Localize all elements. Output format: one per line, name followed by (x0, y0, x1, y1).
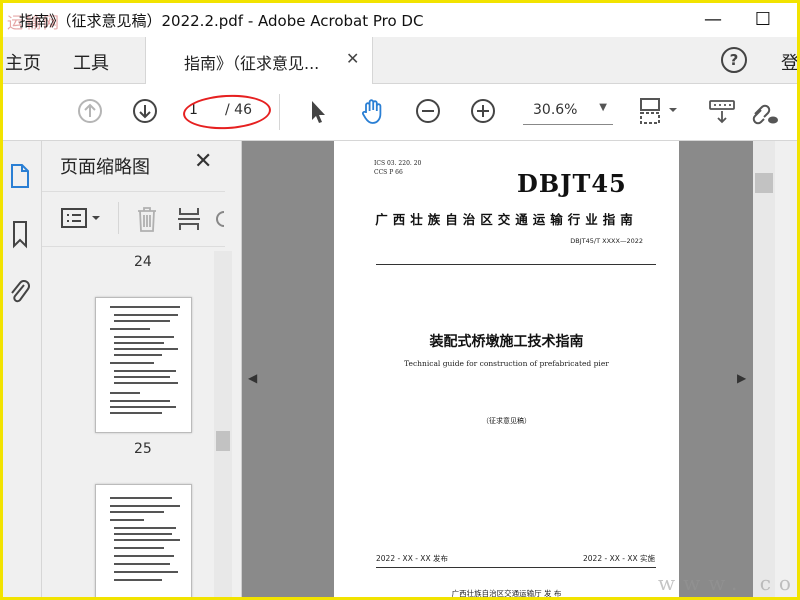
thumbnail-tools (42, 191, 225, 247)
thumbnail-label-25: 25 (134, 441, 152, 457)
keyboard-download-icon[interactable] (707, 96, 737, 126)
red-annotation-ellipse (182, 92, 272, 132)
thumbnails-panel: 页面缩略图 ✕ 24 25 (42, 141, 242, 597)
minimize-button[interactable]: — (693, 7, 733, 33)
standard-code: DBJT45 (517, 169, 627, 198)
attachment-icon[interactable] (7, 277, 33, 307)
close-tab-icon[interactable]: ✕ (346, 49, 359, 68)
document-view[interactable]: ◀ ▶ ICS 03. 220. 20 CCS P 66 DBJT45 广西壮族… (242, 141, 753, 598)
trash-icon[interactable] (134, 204, 160, 234)
extract-pages-icon[interactable] (176, 204, 202, 234)
maximize-button[interactable]: ☐ (743, 7, 783, 33)
watermark-bottom: www. com (658, 571, 799, 595)
previous-page-icon[interactable] (75, 96, 105, 126)
toolbar-divider (279, 94, 280, 130)
document-title-english: Technical guide for construction of pref… (404, 359, 609, 368)
scroll-thumb[interactable] (755, 173, 773, 193)
page-display-icon[interactable] (637, 96, 681, 126)
document-tab-label: 指南》（征求意见... (184, 54, 320, 73)
ics-code: ICS 03. 220. 20 (374, 160, 422, 167)
thumbnail-scroll-thumb[interactable] (216, 431, 230, 451)
login-button[interactable]: 登 (781, 49, 797, 75)
document-title: 装配式桥墩施工技术指南 (429, 334, 584, 350)
tab-tools[interactable]: 工具 (73, 49, 109, 75)
ccs-code: CCS P 66 (374, 169, 403, 176)
zoom-select[interactable]: 30.6% ▼ (523, 102, 613, 125)
thumbnail-scrollbar[interactable] (214, 251, 232, 597)
tab-home[interactable]: 主页 (5, 49, 41, 75)
next-page-icon[interactable] (130, 96, 160, 126)
page-thumbnails-icon[interactable] (7, 161, 33, 191)
thumbnail-page-24[interactable] (95, 297, 192, 433)
share-link-icon[interactable] (749, 96, 779, 126)
collapse-right-icon[interactable]: ▶ (737, 371, 746, 385)
left-rail (3, 141, 42, 597)
window-title: 指南》（征求意见稿）2022.2.pdf - Adobe Acrobat Pro… (19, 12, 424, 30)
panel-title: 页面缩略图 (60, 157, 150, 178)
zoom-out-icon[interactable] (413, 96, 443, 126)
options-menu-icon[interactable] (60, 206, 104, 232)
panel-divider (118, 202, 119, 234)
help-icon[interactable]: ? (721, 47, 747, 73)
pdf-page: ICS 03. 220. 20 CCS P 66 DBJT45 广西壮族自治区交… (334, 141, 679, 598)
select-cursor-icon[interactable] (303, 96, 333, 126)
scroll-track[interactable] (753, 141, 775, 597)
document-scrollbar[interactable] (753, 141, 797, 597)
menu-bar: 主页 工具 ? 登 (3, 37, 797, 84)
chevron-down-icon: ▼ (599, 102, 607, 113)
draft-note: （征求意见稿） (482, 417, 531, 425)
thumbnail-page-25[interactable] (95, 484, 192, 597)
zoom-value: 30.6% (533, 102, 578, 118)
hand-tool-icon[interactable] (357, 96, 387, 126)
rotate-icon[interactable] (214, 204, 226, 234)
publisher: 广西壮族自治区交通运输厅 发 布 (451, 589, 562, 598)
implement-date: 2022 - XX - XX 实施 (583, 554, 655, 563)
footer-rule (376, 567, 656, 568)
tab-document[interactable]: 指南》（征求意见... ✕ (145, 37, 373, 84)
classification-codes: ICS 03. 220. 20 CCS P 66 (374, 159, 421, 177)
standard-number: DBJT45/T XXXX—2022 (570, 237, 643, 245)
toolbar: 1 / 46 30.6% ▼ (3, 84, 797, 141)
issue-date: 2022 - XX - XX 发布 (376, 554, 448, 563)
zoom-in-icon[interactable] (468, 96, 498, 126)
bookmark-icon[interactable] (7, 219, 33, 249)
acrobat-window: 运输网 指南》（征求意见稿）2022.2.pdf - Adobe Acrobat… (0, 0, 800, 600)
issuing-body: 广西壮族自治区交通运输行业指南 (375, 212, 638, 227)
thumbnail-label-24: 24 (134, 254, 152, 270)
title-bar: 运输网 指南》（征求意见稿）2022.2.pdf - Adobe Acrobat… (3, 3, 797, 37)
collapse-left-icon[interactable]: ◀ (248, 371, 257, 385)
close-panel-icon[interactable]: ✕ (194, 149, 212, 174)
header-rule (376, 264, 656, 265)
